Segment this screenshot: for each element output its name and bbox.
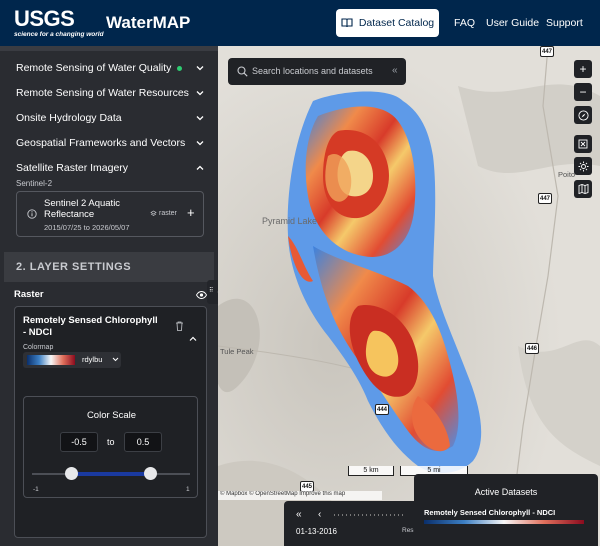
road-shield: 446 (525, 343, 539, 354)
theme-toggle-button[interactable] (574, 157, 592, 175)
category-water-resources[interactable]: Remote Sensing of Water Resources (16, 83, 206, 103)
scale-max-input[interactable]: 0.5 (124, 432, 162, 452)
sidebar-scrollbar[interactable] (0, 46, 218, 51)
colormap-value: rdylbu (82, 355, 103, 364)
map-icon (578, 184, 588, 194)
layer-settings-header: 2. LAYER SETTINGS (4, 252, 214, 282)
time-slider-panel: « ‹ 01-13-2016 Res (284, 501, 424, 546)
drag-grip-icon: ⠿ (209, 288, 214, 294)
category-label: Onsite Hydrology Data (16, 112, 122, 124)
range-slider-max-handle[interactable] (144, 467, 157, 480)
road-shield: 447 (538, 193, 552, 204)
sub-group-label: Sentinel-2 (16, 179, 53, 188)
road-shield: 447 (540, 46, 554, 57)
app-header: USGS science for a changing world WaterM… (0, 0, 600, 46)
section-title: 2. LAYER SETTINGS (16, 261, 132, 273)
dataset-catalog-button[interactable]: Dataset Catalog (336, 9, 439, 37)
active-dot-icon (177, 65, 183, 71)
dataset-dates: 2015/07/25 to 2026/05/07 (44, 223, 130, 232)
category-water-quality[interactable]: Remote Sensing of Water Quality (16, 58, 206, 78)
usgs-logo[interactable]: USGS science for a changing world (14, 6, 104, 39)
logo-tagline: science for a changing world (14, 31, 104, 38)
dataset-card[interactable]: Sentinel 2 Aquatic Reflectance 2015/07/2… (16, 191, 204, 237)
clear-selection-button[interactable] (574, 135, 592, 153)
chevron-down-icon (112, 357, 119, 362)
place-label: Pyramid Lake (262, 216, 318, 226)
road-shield: 444 (375, 404, 389, 415)
app-title: WaterMAP (106, 13, 191, 32)
category-geospatial[interactable]: Geospatial Frameworks and Vectors (16, 133, 206, 153)
active-datasets-title: Active Datasets (474, 487, 538, 497)
dataset-type: raster (150, 210, 177, 217)
chevron-up-icon[interactable] (188, 335, 198, 343)
dataset-type-label: raster (159, 210, 177, 217)
layer-group-label: Raster (14, 289, 44, 300)
book-icon (341, 18, 353, 28)
colormap-label: Colormap (23, 344, 54, 351)
map-view[interactable]: Search locations and datasets « + − 447 … (218, 46, 600, 546)
search-icon (237, 66, 248, 77)
range-min-label: -1 (33, 486, 39, 493)
nav-faq[interactable]: FAQ (454, 17, 475, 29)
place-label: Poito (558, 170, 576, 179)
active-datasets-panel: Active Datasets Remotely Sensed Chloroph… (414, 474, 598, 546)
scale-min-input[interactable]: -0.5 (60, 432, 98, 452)
nav-user-guide[interactable]: User Guide (486, 17, 539, 29)
dataset-name: Sentinel 2 Aquatic Reflectance (44, 198, 121, 220)
info-icon[interactable] (27, 209, 37, 219)
chevron-down-icon (196, 66, 204, 71)
scale-to-label: to (107, 437, 115, 447)
category-label: Geospatial Frameworks and Vectors (16, 137, 186, 149)
color-scale-title: Color Scale (86, 410, 137, 421)
box-x-icon (578, 139, 588, 149)
timeline-reset-button[interactable]: Res (402, 527, 414, 534)
basemap-button[interactable] (574, 180, 592, 198)
range-slider-fill (71, 472, 151, 476)
layers-icon (150, 210, 157, 216)
chevron-down-icon (196, 91, 204, 96)
category-onsite-hydrology[interactable]: Onsite Hydrology Data (16, 108, 206, 128)
range-slider-min-handle[interactable] (65, 467, 78, 480)
chevron-down-icon (196, 116, 204, 121)
zoom-in-button[interactable]: + (574, 60, 592, 78)
nav-support[interactable]: Support (546, 17, 583, 29)
color-scale-panel: Color Scale -0.5 to 0.5 -1 1 (23, 396, 198, 498)
category-label: Remote Sensing of Water Quality (16, 62, 172, 74)
logo-mark: USGS (14, 6, 75, 31)
dataset-catalog-label: Dataset Catalog (358, 17, 435, 29)
timeline-date: 01-13-2016 (296, 527, 337, 536)
active-layer-legend (424, 520, 584, 524)
compass-button[interactable] (574, 106, 592, 124)
sidebar: Remote Sensing of Water Quality Remote S… (0, 46, 218, 546)
eye-icon[interactable] (196, 291, 207, 299)
chevron-down-icon (196, 141, 204, 146)
colormap-swatch (27, 355, 75, 365)
layer-name: Remotely Sensed Chlorophyll - NDCI (23, 315, 158, 338)
trash-icon[interactable] (175, 321, 184, 331)
map-search[interactable]: Search locations and datasets « (228, 58, 406, 85)
search-placeholder: Search locations and datasets (252, 66, 373, 76)
collapse-search-icon[interactable]: « (392, 65, 398, 76)
category-label: Satellite Raster Imagery (16, 162, 129, 174)
timeline-track[interactable] (334, 514, 404, 516)
place-label: Tule Peak (220, 347, 254, 356)
layer-card: Remotely Sensed Chlorophyll - NDCI Color… (14, 306, 207, 538)
map-attribution[interactable]: © Mapbox © OpenStreetMap Improve this ma… (218, 491, 382, 500)
scale-bar-km: 5 km (348, 466, 394, 476)
add-dataset-button[interactable]: + (187, 205, 195, 220)
active-layer-name: Remotely Sensed Chlorophyll - NDCI (424, 508, 556, 517)
range-max-label: 1 (186, 486, 190, 493)
chevron-up-icon (196, 165, 204, 170)
compass-icon (577, 109, 589, 121)
step-back-icon[interactable]: ‹ (318, 509, 321, 520)
zoom-out-button[interactable]: − (574, 83, 592, 101)
sun-icon (578, 161, 588, 171)
colormap-select[interactable]: rdylbu (23, 352, 121, 368)
skip-back-icon[interactable]: « (296, 509, 302, 520)
category-label: Remote Sensing of Water Resources (16, 87, 189, 99)
category-satellite-raster[interactable]: Satellite Raster Imagery (16, 158, 206, 178)
